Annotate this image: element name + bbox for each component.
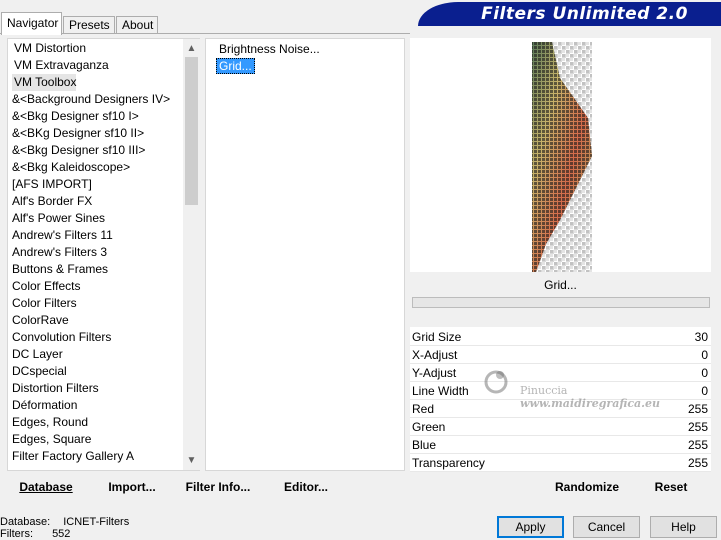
tab-presets[interactable]: Presets bbox=[63, 16, 115, 34]
preview-filter-button[interactable]: Grid... bbox=[410, 276, 711, 294]
filters-status-value: 552 bbox=[52, 528, 71, 540]
param-value[interactable]: 0 bbox=[701, 382, 708, 400]
param-label: Green bbox=[412, 420, 446, 434]
filter-item-grid-label: Grid... bbox=[216, 58, 255, 74]
category-list[interactable]: VM Distortion VM Extravaganza VM Toolbox &<… bbox=[7, 38, 200, 471]
category-item[interactable]: Edges, Round bbox=[10, 414, 88, 431]
category-item[interactable]: &<Bkg Designer sf10 I> bbox=[10, 108, 139, 125]
category-item[interactable]: VM Toolbox bbox=[12, 74, 77, 91]
filter-list[interactable]: Brightness Noise... Grid... bbox=[205, 38, 405, 471]
category-item[interactable]: Andrew's Filters 11 bbox=[10, 227, 113, 244]
scroll-down-icon[interactable]: ▼ bbox=[184, 453, 199, 468]
reset-button[interactable]: Reset bbox=[646, 480, 696, 494]
param-label: Transparency bbox=[412, 456, 485, 470]
category-item[interactable]: &<Background Designers IV> bbox=[10, 91, 170, 108]
tab-about[interactable]: About bbox=[116, 16, 158, 34]
database-button-label: Database bbox=[19, 480, 73, 494]
category-item[interactable]: &<Bkg Designer sf10 III> bbox=[10, 142, 145, 159]
param-value[interactable]: 255 bbox=[688, 436, 708, 454]
watermark-name: Pinuccia bbox=[520, 384, 568, 397]
preview-area bbox=[410, 38, 711, 272]
randomize-button[interactable]: Randomize bbox=[548, 480, 626, 494]
category-item[interactable]: ColorRave bbox=[10, 312, 69, 329]
category-item[interactable]: &<Bkg Kaleidoscope> bbox=[10, 159, 130, 176]
category-item[interactable]: Edges, Square bbox=[10, 431, 91, 448]
param-row[interactable]: Green 255 bbox=[410, 418, 711, 436]
database-status: Database: ICNET-Filters bbox=[0, 516, 129, 528]
param-value[interactable]: 255 bbox=[688, 400, 708, 418]
category-item[interactable]: Andrew's Filters 3 bbox=[10, 244, 107, 261]
database-status-label: Database: bbox=[0, 516, 51, 528]
param-value[interactable]: 255 bbox=[688, 454, 708, 472]
category-scrollbar[interactable]: ▲ ▼ bbox=[183, 39, 200, 470]
category-item[interactable]: Alf's Power Sines bbox=[10, 210, 105, 227]
watermark-url: www.maidiregrafica.eu bbox=[520, 397, 661, 410]
category-item[interactable]: DCspecial bbox=[10, 363, 67, 380]
param-separator bbox=[410, 471, 711, 472]
category-item[interactable]: Distortion Filters bbox=[10, 380, 99, 397]
progress-bar bbox=[412, 297, 710, 308]
param-label: X-Adjust bbox=[412, 348, 458, 362]
filters-status-label: Filters: bbox=[0, 528, 33, 540]
filter-info-button[interactable]: Filter Info... bbox=[180, 480, 256, 494]
category-item[interactable]: VM Extravaganza bbox=[12, 57, 109, 74]
import-button[interactable]: Import... bbox=[100, 480, 164, 494]
category-item[interactable]: DC Layer bbox=[10, 346, 63, 363]
category-item[interactable]: [AFS IMPORT] bbox=[10, 176, 92, 193]
filters-status: Filters: 552 bbox=[0, 528, 70, 540]
param-row[interactable]: Blue 255 bbox=[410, 436, 711, 454]
param-label: Red bbox=[412, 402, 435, 416]
param-label: Line Width bbox=[412, 384, 469, 398]
param-value[interactable]: 255 bbox=[688, 418, 708, 436]
category-item[interactable]: Convolution Filters bbox=[10, 329, 111, 346]
category-item[interactable]: VM Distortion bbox=[12, 40, 86, 57]
param-value[interactable]: 0 bbox=[701, 364, 708, 382]
param-row[interactable]: Y-Adjust 0 bbox=[410, 364, 711, 382]
category-item[interactable]: Alf's Border FX bbox=[10, 193, 92, 210]
tab-navigator[interactable]: Navigator bbox=[1, 12, 62, 35]
category-item[interactable]: Buttons & Frames bbox=[10, 261, 108, 278]
app-title: Filters Unlimited 2.0 bbox=[481, 4, 688, 24]
param-value[interactable]: 30 bbox=[695, 328, 708, 346]
app-banner: Filters Unlimited 2.0 bbox=[418, 2, 721, 26]
filter-item-brightness-noise[interactable]: Brightness Noise... bbox=[217, 41, 320, 58]
scroll-up-icon[interactable]: ▲ bbox=[184, 41, 199, 56]
editor-button[interactable]: Editor... bbox=[276, 480, 336, 494]
database-status-value: ICNET-Filters bbox=[63, 516, 130, 528]
watermark-logo-icon bbox=[482, 366, 512, 396]
param-value[interactable]: 0 bbox=[701, 346, 708, 364]
param-row[interactable]: Transparency 255 bbox=[410, 454, 711, 472]
category-item[interactable]: Color Filters bbox=[10, 295, 77, 312]
param-label: Blue bbox=[412, 438, 437, 452]
param-row[interactable]: X-Adjust 0 bbox=[410, 346, 711, 364]
param-label: Y-Adjust bbox=[412, 366, 457, 380]
filter-item-grid[interactable]: Grid... bbox=[216, 58, 255, 75]
category-item[interactable]: Filter Factory Gallery A bbox=[10, 448, 134, 465]
preview-image bbox=[532, 42, 592, 272]
database-button[interactable]: Database bbox=[10, 480, 82, 494]
category-item[interactable]: Color Effects bbox=[10, 278, 80, 295]
category-item[interactable]: Déformation bbox=[10, 397, 77, 414]
scroll-thumb[interactable] bbox=[185, 57, 198, 205]
param-row[interactable]: Grid Size 30 bbox=[410, 328, 711, 346]
category-item[interactable]: &<BKg Designer sf10 II> bbox=[10, 125, 144, 142]
param-label: Grid Size bbox=[412, 330, 462, 344]
